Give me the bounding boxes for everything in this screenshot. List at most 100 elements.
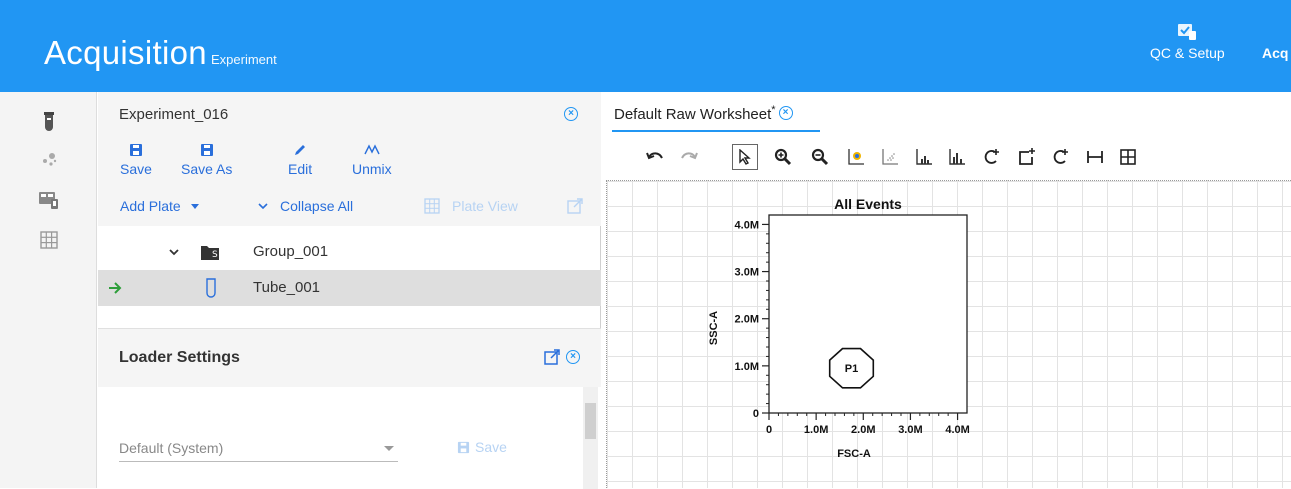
chevron-down-icon[interactable] <box>169 248 179 256</box>
nav-qc-setup[interactable]: QC & Setup <box>1150 22 1225 61</box>
app-header: Acquisition Experiment QC & Setup Acq <box>0 0 1291 92</box>
quadrant-gate-icon <box>1120 149 1136 165</box>
zoom-in-tool[interactable] <box>770 144 796 170</box>
scatter-plot[interactable]: All Events 0 1.0M 2.0M 3.0M 4.0M 0 1.0M 2.0M 3.0M… <box>607 181 1291 487</box>
worksheet-area: Default Raw Worksheet * × All Events 0 1… <box>602 92 1291 488</box>
y-tick-label: 2.0M <box>735 314 759 326</box>
tree-row-tube[interactable]: Tube_001 <box>98 270 601 306</box>
folder-badge: S <box>212 250 218 260</box>
save-as-button[interactable]: Save As <box>181 142 232 177</box>
quadrant-gate-tool[interactable] <box>1115 144 1141 170</box>
rail-item-qc[interactable] <box>0 182 97 218</box>
dot-plot-icon <box>848 149 864 165</box>
nav-qc-setup-label: QC & Setup <box>1150 45 1225 61</box>
redo-button[interactable] <box>676 144 702 170</box>
rectangle-gate-icon <box>1019 148 1035 165</box>
grid-icon <box>39 231 58 249</box>
unmix-button[interactable]: Unmix <box>352 142 392 177</box>
loader-settings-body: Default (System) Save <box>98 387 601 489</box>
plate-config-icon <box>38 192 58 209</box>
popout-icon[interactable] <box>567 198 583 214</box>
loader-settings-dropdown[interactable]: Default (System) <box>119 434 398 462</box>
tube-icon <box>43 112 54 131</box>
nav-acquisition[interactable]: Acq <box>1262 45 1288 61</box>
undo-button[interactable] <box>642 144 668 170</box>
unmix-label: Unmix <box>352 161 392 177</box>
page-subtitle: Experiment <box>211 52 277 67</box>
caret-down-icon <box>190 203 199 209</box>
overlay-histogram-icon <box>949 149 965 165</box>
save-as-icon <box>200 144 213 156</box>
zoom-out-tool[interactable] <box>807 144 833 170</box>
ellipse-gate-icon <box>1053 149 1068 164</box>
current-arrow-icon <box>109 282 122 294</box>
plate-view-label: Plate View <box>452 198 518 214</box>
gate-label: P1 <box>845 363 858 375</box>
loader-save-button[interactable]: Save <box>457 439 507 455</box>
interval-gate-tool[interactable] <box>1082 144 1108 170</box>
loader-save-label: Save <box>475 439 507 455</box>
x-tick-label: 3.0M <box>898 424 922 436</box>
loader-scrollbar[interactable] <box>583 387 598 489</box>
loader-settings-value: Default (System) <box>119 440 224 456</box>
chevron-down-icon <box>258 203 268 210</box>
rail-item-cytometer[interactable] <box>0 142 97 178</box>
loader-settings-title: Loader Settings <box>119 349 240 366</box>
plate-view-button[interactable]: Plate View <box>424 198 518 214</box>
tree-row-group[interactable]: S Group_001 <box>98 234 601 270</box>
histogram-icon <box>916 149 932 165</box>
undo-icon <box>646 152 663 160</box>
save-as-label: Save As <box>181 161 233 177</box>
tube-icon <box>206 278 216 298</box>
interval-gate-icon <box>1087 151 1103 163</box>
scroll-thumb[interactable] <box>585 403 596 439</box>
save-icon <box>129 144 142 156</box>
save-label: Save <box>120 161 152 177</box>
close-loader-icon[interactable]: × <box>566 350 580 364</box>
pointer-tool[interactable] <box>732 144 758 170</box>
x-axis-label: FSC-A <box>837 448 871 460</box>
density-plot-tool[interactable] <box>877 144 903 170</box>
rectangle-gate-tool[interactable] <box>1014 144 1040 170</box>
folder-icon: S <box>201 246 219 260</box>
edit-button[interactable]: Edit <box>288 142 312 177</box>
group-label: Group_001 <box>253 243 329 260</box>
close-experiment-icon[interactable]: × <box>564 107 578 121</box>
popout-icon[interactable] <box>544 349 560 365</box>
rail-item-experiment[interactable] <box>0 104 97 140</box>
worksheet-toolbar <box>602 132 1291 182</box>
histogram-tool[interactable] <box>911 144 937 170</box>
y-tick-label: 1.0M <box>735 361 759 373</box>
collapse-all-button[interactable]: Collapse All <box>258 198 353 214</box>
redo-icon <box>681 152 698 160</box>
y-axis-label: SSC-A <box>708 311 720 345</box>
dot-plot-tool[interactable] <box>843 144 869 170</box>
page-title: Acquisition <box>44 34 207 71</box>
x-tick-label: 0 <box>766 424 772 436</box>
experiment-actions: Add Plate Collapse All Plate View <box>98 186 601 226</box>
x-tick-label: 1.0M <box>804 424 828 436</box>
experiment-header: Experiment_016 × <box>98 92 601 136</box>
dots-icon <box>42 153 56 166</box>
polygon-gate-tool[interactable] <box>979 144 1005 170</box>
y-tick-label: 4.0M <box>735 219 759 231</box>
tab-default-raw-worksheet[interactable]: Default Raw Worksheet * × <box>614 104 793 123</box>
unmix-icon <box>364 144 380 155</box>
pencil-icon <box>295 145 306 155</box>
plot-frame <box>768 214 968 414</box>
add-plate-label: Add Plate <box>120 198 181 214</box>
loader-settings-panel: Loader Settings × Default (System) Save <box>98 328 601 489</box>
close-tab-icon[interactable]: × <box>778 105 793 120</box>
pointer-icon <box>739 149 751 165</box>
tab-label: Default Raw Worksheet <box>614 106 772 123</box>
add-plate-button[interactable]: Add Plate <box>120 198 199 214</box>
plate-grid-icon <box>424 198 440 214</box>
experiment-toolbar: Save Save As Edit Unmix <box>98 136 601 186</box>
density-plot-icon <box>882 149 898 165</box>
zoom-out-icon <box>811 148 829 166</box>
ellipse-gate-tool[interactable] <box>1048 144 1074 170</box>
overlay-histogram-tool[interactable] <box>944 144 970 170</box>
save-button[interactable]: Save <box>120 142 152 177</box>
worksheet-canvas[interactable]: All Events 0 1.0M 2.0M 3.0M 4.0M 0 1.0M 2.0M 3.0M… <box>606 180 1291 488</box>
rail-item-plate[interactable] <box>0 222 97 258</box>
